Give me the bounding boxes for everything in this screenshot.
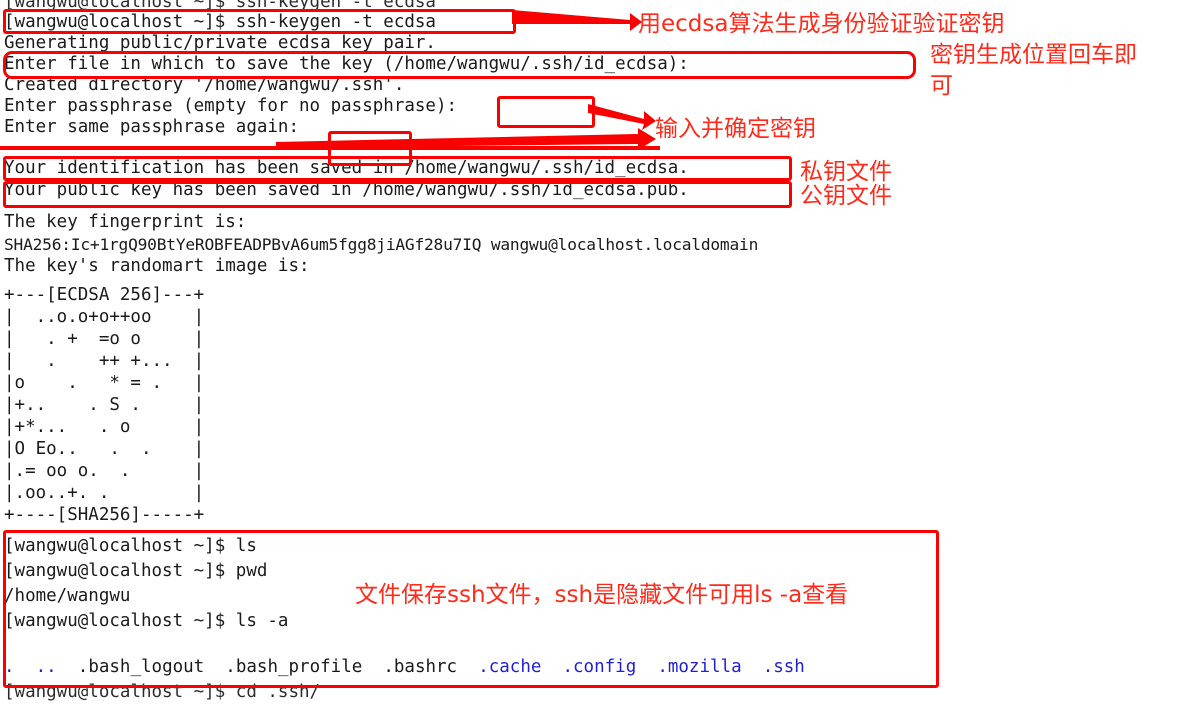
terminal-line: Enter file in which to save the key (/ho… xyxy=(4,54,689,74)
terminal-line: [wangwu@localhost ~]$ ls -a xyxy=(4,611,289,631)
terminal-line: Your public key has been saved in /home/… xyxy=(4,180,689,200)
terminal-line: | ..o.o+o++oo | xyxy=(4,307,205,327)
ls-a-output-row: . .. .bash_logout .bash_profile .bashrc … xyxy=(4,657,805,678)
terminal-line: |.= oo o. . | xyxy=(4,461,205,481)
terminal-line: |O Eo.. . . | xyxy=(4,439,205,459)
terminal-line: Enter same passphrase again: xyxy=(4,117,300,137)
terminal-line: SHA256:Ic+1rgQ90BtYeROBFEADPBvA6um5fgg8j… xyxy=(4,235,759,254)
ls-entry: .mozilla xyxy=(657,657,742,677)
terminal-line: [wangwu@localhost ~]$ ssh-keygen -t ecds… xyxy=(4,12,436,32)
terminal-line: +---[ECDSA 256]---+ xyxy=(4,285,205,305)
terminal-line: |+.. . S . | xyxy=(4,395,205,415)
ls-entry: . xyxy=(4,657,15,677)
terminal-line: /home/wangwu xyxy=(4,586,131,606)
terminal-output: [wangwu@localhost ~]$ ssh-keygen -t ecds… xyxy=(0,0,1180,726)
ls-entry: .bash_logout xyxy=(77,657,205,677)
terminal-line: The key fingerprint is: xyxy=(4,212,247,232)
ls-entry: .bash_profile xyxy=(225,657,363,677)
ls-entry: .bashrc xyxy=(383,657,458,677)
terminal-line: The key's randomart image is: xyxy=(4,256,310,276)
ls-entry: .config xyxy=(562,657,637,677)
terminal-line: |.oo..+. . | xyxy=(4,483,205,503)
terminal-line: |+*... . o | xyxy=(4,417,205,437)
terminal-line: [wangwu@localhost ~]$ ls xyxy=(4,536,257,556)
terminal-line: Your identification has been saved in /h… xyxy=(4,158,689,178)
terminal-line: Created directory '/home/wangwu/.ssh'. xyxy=(4,75,405,95)
terminal-line: | . + =o o | xyxy=(4,329,205,349)
ls-entry: .. xyxy=(35,657,57,677)
terminal-line: Generating public/private ecdsa key pair… xyxy=(4,33,436,53)
ls-entry: .cache xyxy=(478,657,542,677)
ls-entry: .ssh xyxy=(762,657,805,677)
terminal-line: [wangwu@localhost ~]$ pwd xyxy=(4,561,268,581)
terminal-line: |o . * = . | xyxy=(4,373,205,393)
terminal-line: [wangwu@localhost ~]$ cd .ssh/ xyxy=(4,682,321,702)
terminal-line: +----[SHA256]-----+ xyxy=(4,505,205,525)
terminal-line: Enter passphrase (empty for no passphras… xyxy=(4,96,458,116)
terminal-line: | . ++ +... | xyxy=(4,351,205,371)
